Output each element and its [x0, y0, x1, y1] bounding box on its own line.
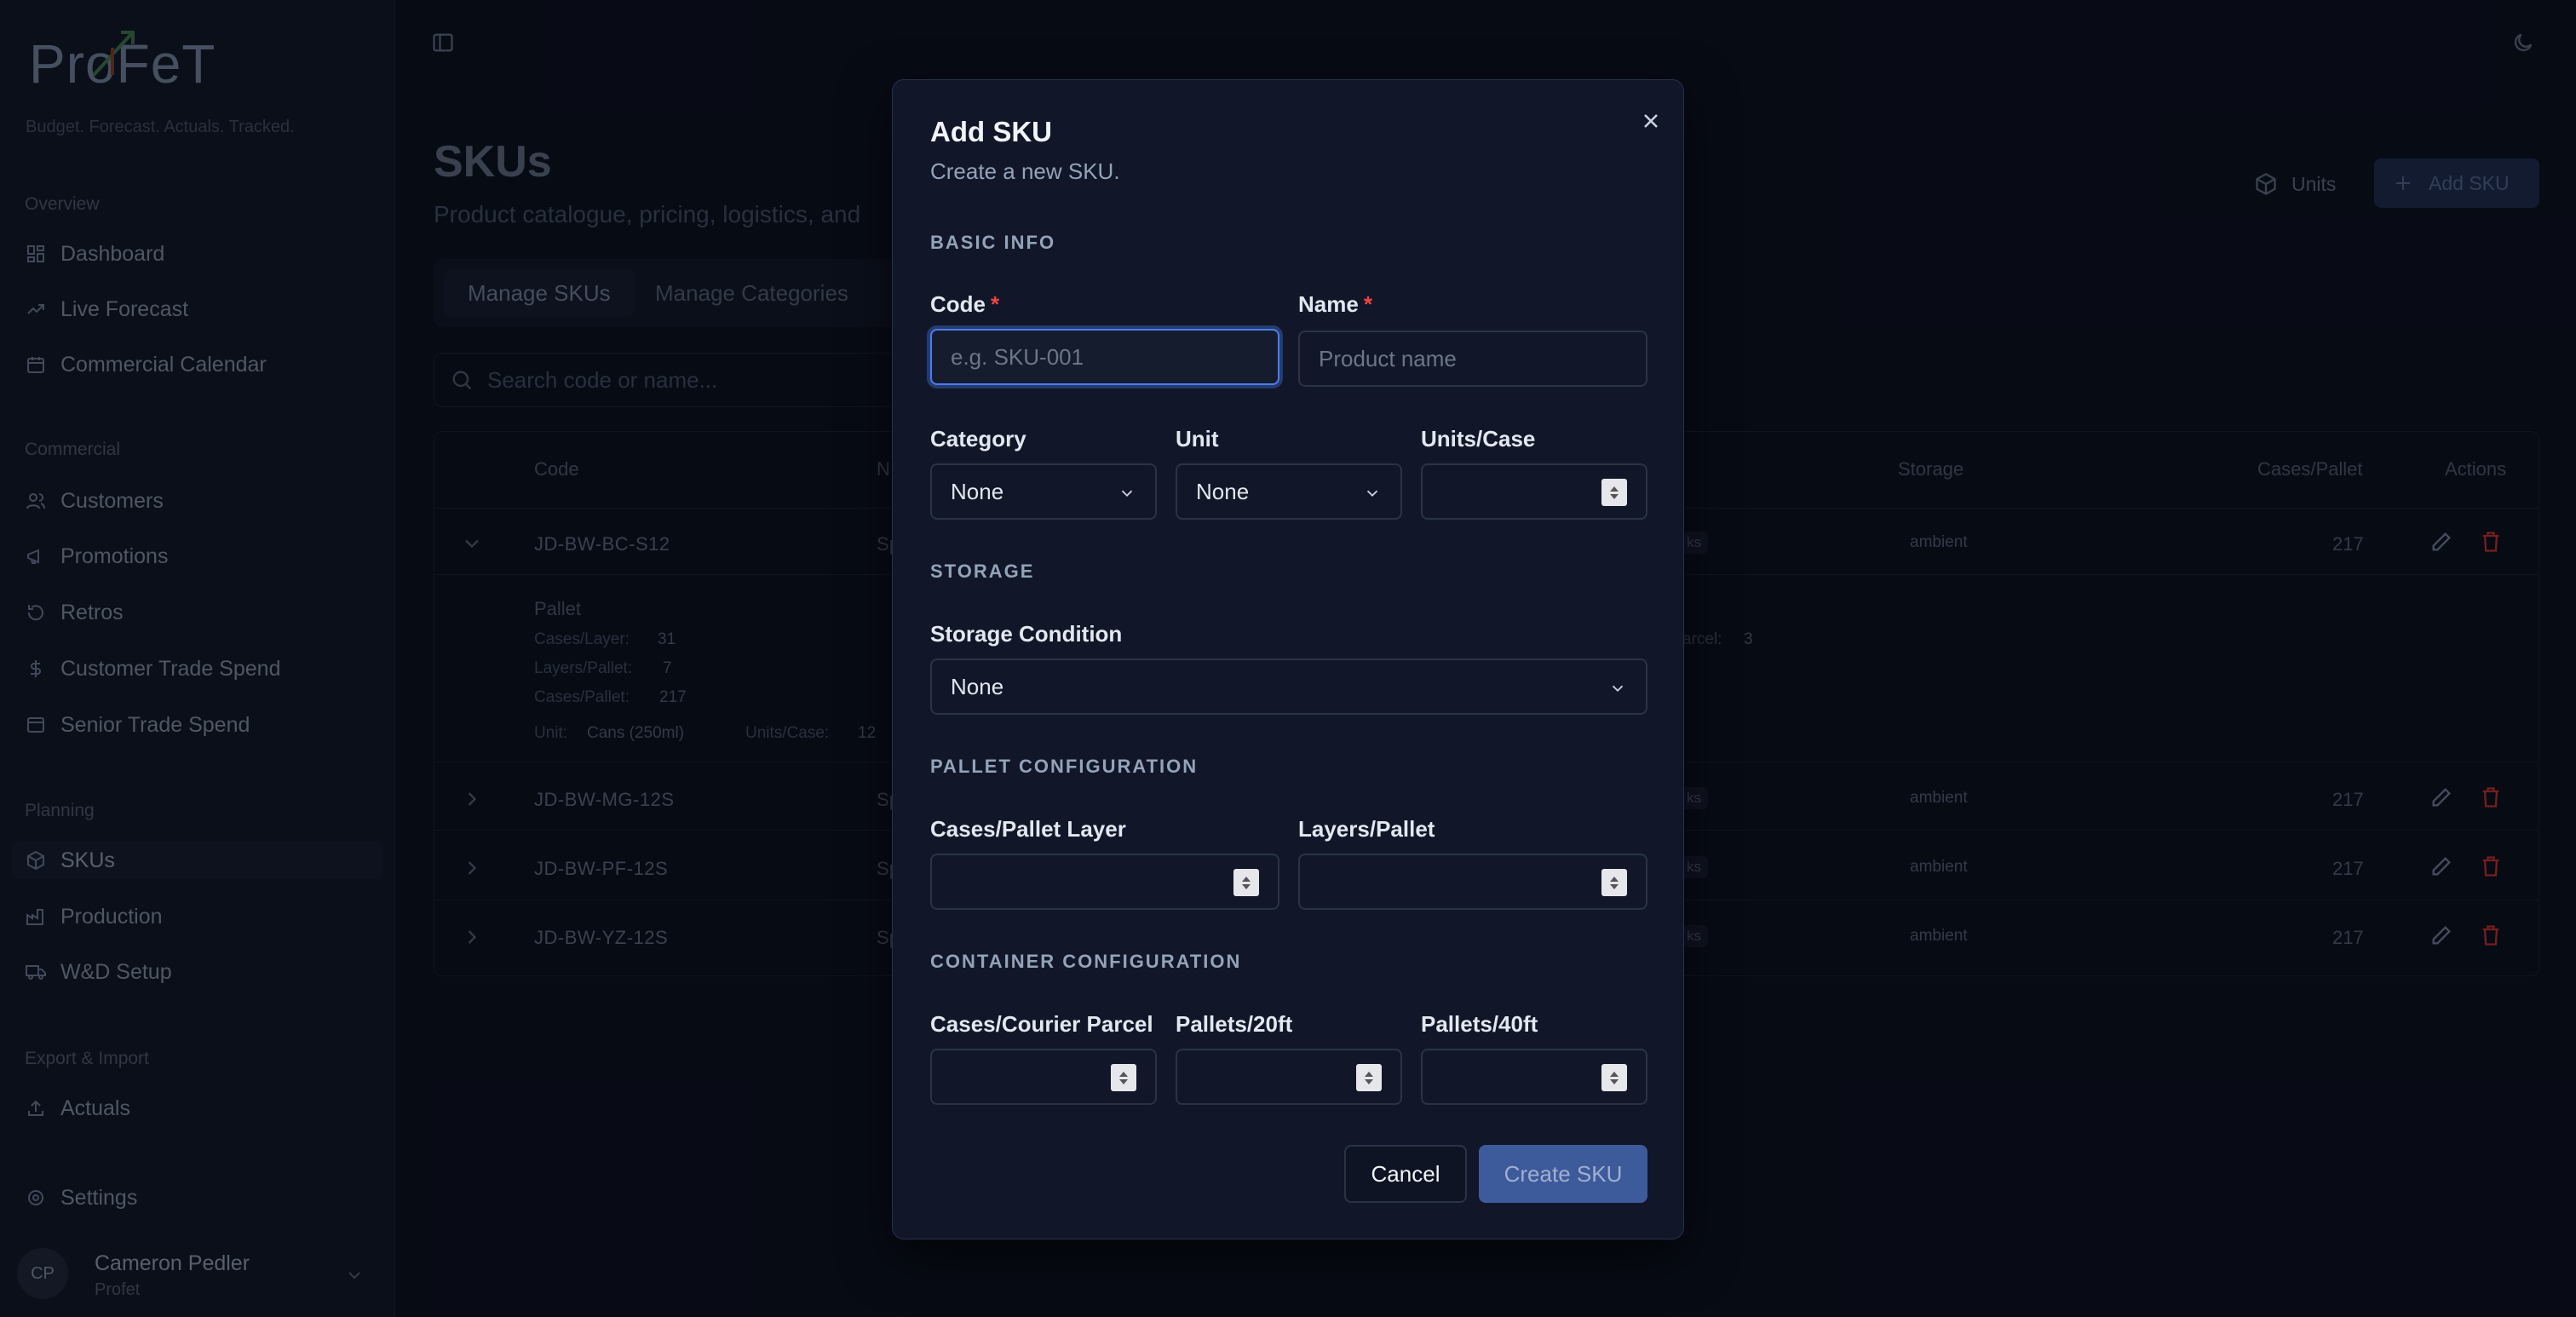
- dialog-title: Add SKU: [930, 116, 1052, 147]
- unit-value: None: [1196, 478, 1250, 504]
- required-marker: *: [991, 291, 1000, 317]
- close-button[interactable]: [1634, 104, 1668, 138]
- section-container-configuration: CONTAINER CONFIGURATION: [930, 951, 1242, 972]
- code-label-text: Code: [930, 291, 986, 317]
- unit-label: Unit: [1176, 426, 1219, 451]
- category-select[interactable]: None: [930, 463, 1157, 520]
- chevron-down-icon: [1612, 685, 1624, 693]
- layers-pallet-input[interactable]: [1298, 854, 1647, 910]
- section-storage: STORAGE: [930, 561, 1035, 582]
- number-stepper[interactable]: [1356, 1064, 1382, 1091]
- pallets-40ft-label: Pallets/40ft: [1421, 1011, 1538, 1037]
- layers-pallet-label: Layers/Pallet: [1298, 816, 1435, 842]
- cancel-button[interactable]: Cancel: [1344, 1145, 1467, 1203]
- number-stepper[interactable]: [1601, 1064, 1627, 1091]
- pallets-20ft-input[interactable]: [1176, 1049, 1402, 1105]
- units-case-label: Units/Case: [1421, 426, 1536, 451]
- create-sku-button[interactable]: Create SKU: [1479, 1145, 1647, 1203]
- required-marker: *: [1363, 291, 1372, 317]
- category-value: None: [951, 478, 1004, 504]
- cases-pallet-layer-input[interactable]: [930, 854, 1279, 910]
- storage-condition-label: Storage Condition: [930, 621, 1123, 647]
- section-basic-info: BASIC INFO: [930, 232, 1056, 253]
- chevron-down-icon: [1366, 490, 1378, 497]
- name-input[interactable]: Product name: [1298, 331, 1647, 387]
- cases-courier-parcel-input[interactable]: [930, 1049, 1157, 1105]
- unit-select[interactable]: None: [1176, 463, 1402, 520]
- pallets-20ft-label: Pallets/20ft: [1176, 1011, 1293, 1037]
- number-stepper[interactable]: [1601, 479, 1627, 506]
- code-input[interactable]: e.g. SKU-001: [930, 329, 1279, 385]
- pallets-40ft-input[interactable]: [1421, 1049, 1647, 1105]
- units-case-input[interactable]: [1421, 463, 1647, 520]
- cases-courier-parcel-label: Cases/Courier Parcel: [930, 1011, 1153, 1037]
- storage-condition-value: None: [951, 673, 1004, 699]
- category-label: Category: [930, 426, 1026, 451]
- add-sku-dialog: Add SKU Create a new SKU. BASIC INFO Cod…: [892, 79, 1684, 1239]
- code-label: Code *: [930, 291, 999, 318]
- storage-condition-select[interactable]: None: [930, 658, 1647, 715]
- chevron-down-icon: [1121, 490, 1133, 497]
- section-pallet-configuration: PALLET CONFIGURATION: [930, 756, 1199, 777]
- code-placeholder: e.g. SKU-001: [951, 343, 1084, 370]
- name-label-text: Name: [1298, 291, 1359, 317]
- number-stepper[interactable]: [1111, 1064, 1136, 1091]
- number-stepper[interactable]: [1601, 869, 1627, 896]
- dialog-description: Create a new SKU.: [930, 158, 1120, 184]
- name-label: Name *: [1298, 291, 1372, 318]
- name-placeholder: Product name: [1319, 345, 1457, 371]
- number-stepper[interactable]: [1233, 869, 1259, 896]
- cases-pallet-layer-label: Cases/Pallet Layer: [930, 816, 1126, 842]
- close-icon: [1644, 114, 1658, 128]
